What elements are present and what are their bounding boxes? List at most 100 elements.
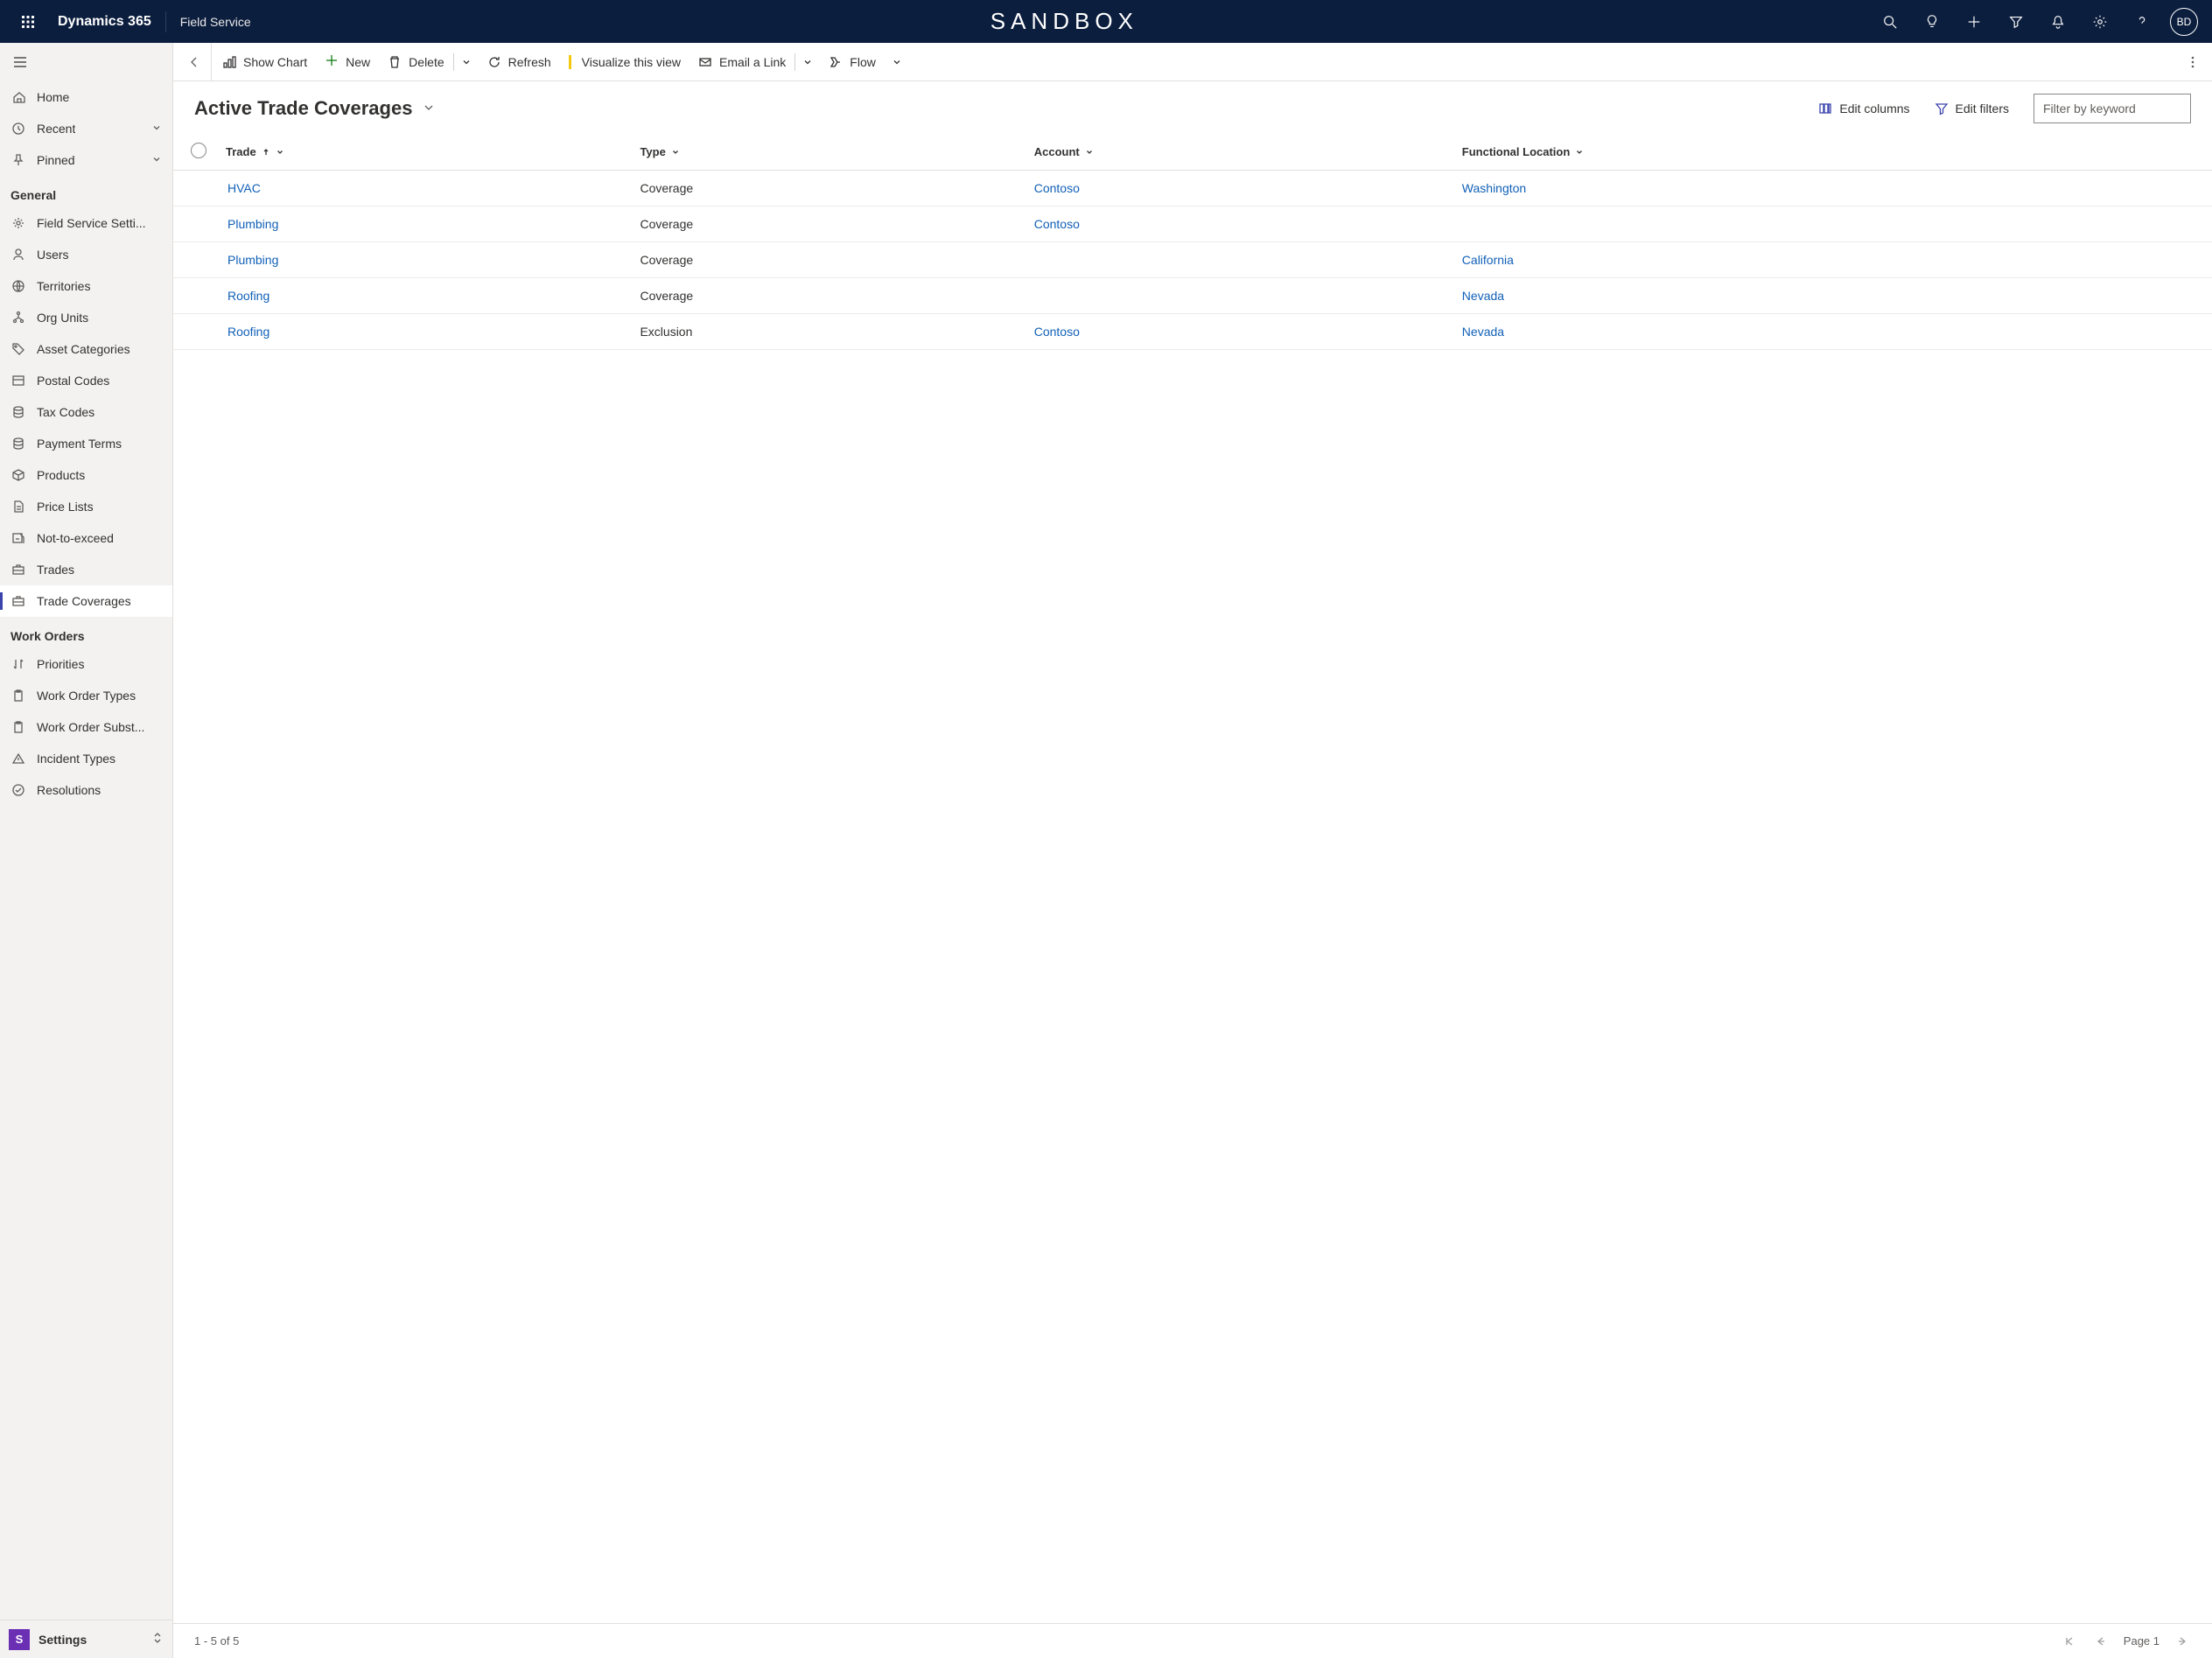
settings-button[interactable] bbox=[2079, 1, 2121, 43]
view-selector-button[interactable] bbox=[419, 98, 438, 120]
nav-item[interactable]: Priorities bbox=[0, 648, 172, 680]
check-icon bbox=[10, 782, 26, 798]
type-cell: Coverage bbox=[629, 242, 1023, 278]
topbar-divider bbox=[165, 11, 166, 32]
funnel-icon bbox=[2008, 14, 2024, 30]
show-chart-label: Show Chart bbox=[243, 55, 307, 69]
trade-cell[interactable]: Roofing bbox=[217, 278, 629, 314]
help-button[interactable] bbox=[2121, 1, 2163, 43]
nav-item-recent[interactable]: Recent bbox=[0, 113, 172, 144]
notifications-button[interactable] bbox=[2037, 1, 2079, 43]
refresh-button[interactable]: Refresh bbox=[479, 43, 560, 80]
prev-page-button[interactable] bbox=[2092, 1633, 2110, 1650]
delete-button[interactable]: Delete bbox=[379, 43, 452, 80]
row-select-cell[interactable] bbox=[173, 206, 217, 242]
nav-item[interactable]: Incident Types bbox=[0, 743, 172, 774]
nav-item[interactable]: Work Order Types bbox=[0, 680, 172, 711]
nav-item[interactable]: Work Order Subst... bbox=[0, 711, 172, 743]
delete-split-button[interactable] bbox=[454, 43, 479, 80]
nav-item[interactable]: Payment Terms bbox=[0, 428, 172, 459]
nav-item[interactable]: Org Units bbox=[0, 302, 172, 333]
brand-label[interactable]: Dynamics 365 bbox=[49, 14, 160, 30]
location-cell[interactable]: California bbox=[1452, 242, 2212, 278]
table-row[interactable]: HVACCoverageContosoWashington bbox=[173, 171, 2212, 206]
email-split-button[interactable] bbox=[795, 43, 820, 80]
location-cell[interactable]: Nevada bbox=[1452, 278, 2212, 314]
nav-collapse-button[interactable] bbox=[0, 43, 172, 81]
row-select-cell[interactable] bbox=[173, 242, 217, 278]
area-picker[interactable]: S Settings bbox=[0, 1620, 172, 1658]
flow-split-button[interactable] bbox=[885, 43, 909, 80]
nav-item[interactable]: Price Lists bbox=[0, 491, 172, 522]
nav-item-home[interactable]: Home bbox=[0, 81, 172, 113]
trade-cell[interactable]: Roofing bbox=[217, 314, 629, 350]
location-cell[interactable]: Nevada bbox=[1452, 314, 2212, 350]
nav-item-label: Priorities bbox=[37, 657, 84, 671]
add-button[interactable] bbox=[1953, 1, 1995, 43]
search-button[interactable] bbox=[1869, 1, 1911, 43]
column-header[interactable]: Type bbox=[629, 134, 1023, 171]
nav-item-label: Trade Coverages bbox=[37, 594, 131, 608]
nav-item[interactable]: Not-to-exceed bbox=[0, 522, 172, 554]
nav-item[interactable]: Postal Codes bbox=[0, 365, 172, 396]
nav-scroll[interactable]: HomeRecentPinnedGeneralField Service Set… bbox=[0, 81, 172, 1620]
account-cell[interactable]: Contoso bbox=[1024, 206, 1452, 242]
account-cell[interactable]: Contoso bbox=[1024, 314, 1452, 350]
user-avatar[interactable]: BD bbox=[2170, 8, 2198, 36]
edit-columns-button[interactable]: Edit columns bbox=[1810, 96, 1918, 121]
more-commands-button[interactable] bbox=[2177, 43, 2208, 80]
column-header[interactable]: Account bbox=[1024, 134, 1452, 171]
columns-icon bbox=[1818, 101, 1832, 115]
column-header[interactable]: Functional Location bbox=[1452, 134, 2212, 171]
nav-item[interactable]: Users bbox=[0, 239, 172, 270]
nav-item[interactable]: Trades bbox=[0, 554, 172, 585]
nav-item[interactable]: Resolutions bbox=[0, 774, 172, 806]
select-all-circle[interactable] bbox=[191, 143, 206, 158]
trade-cell[interactable]: HVAC bbox=[217, 171, 629, 206]
row-select-cell[interactable] bbox=[173, 314, 217, 350]
environment-label: SANDBOX bbox=[990, 8, 1138, 35]
visualize-button[interactable]: Visualize this view bbox=[560, 43, 690, 80]
nav-item[interactable]: Trade Coverages bbox=[0, 585, 172, 617]
trade-cell[interactable]: Plumbing bbox=[217, 242, 629, 278]
new-button[interactable]: New bbox=[316, 43, 379, 80]
nav-item[interactable]: Field Service Setti... bbox=[0, 207, 172, 239]
email-link-button[interactable]: Email a Link bbox=[690, 43, 794, 80]
show-chart-button[interactable]: Show Chart bbox=[214, 43, 316, 80]
nav-item-label: Work Order Subst... bbox=[37, 720, 144, 734]
nav-item[interactable]: Tax Codes bbox=[0, 396, 172, 428]
app-launcher-button[interactable] bbox=[7, 1, 49, 43]
table-row[interactable]: RoofingCoverageNevada bbox=[173, 278, 2212, 314]
next-page-button[interactable] bbox=[2174, 1633, 2191, 1650]
filter-box[interactable] bbox=[2034, 94, 2191, 123]
plus-icon bbox=[325, 53, 339, 70]
trade-cell[interactable]: Plumbing bbox=[217, 206, 629, 242]
table-row[interactable]: PlumbingCoverageContoso bbox=[173, 206, 2212, 242]
location-cell[interactable]: Washington bbox=[1452, 171, 2212, 206]
bell-icon bbox=[2050, 14, 2066, 30]
nav-item[interactable]: Asset Categories bbox=[0, 333, 172, 365]
account-cell[interactable]: Contoso bbox=[1024, 171, 1452, 206]
table-row[interactable]: RoofingExclusionContosoNevada bbox=[173, 314, 2212, 350]
column-header[interactable]: Trade bbox=[217, 134, 629, 171]
nav-item-pinned[interactable]: Pinned bbox=[0, 144, 172, 176]
row-select-cell[interactable] bbox=[173, 278, 217, 314]
nav-item[interactable]: Territories bbox=[0, 270, 172, 302]
chevron-down-icon bbox=[671, 148, 680, 157]
row-select-cell[interactable] bbox=[173, 171, 217, 206]
table-row[interactable]: PlumbingCoverage California bbox=[173, 242, 2212, 278]
select-all-header[interactable] bbox=[173, 134, 217, 171]
clip-icon bbox=[10, 719, 26, 735]
nav-item[interactable]: Products bbox=[0, 459, 172, 491]
filter-input[interactable] bbox=[2043, 101, 2181, 115]
data-grid[interactable]: TradeTypeAccountFunctional Location HVAC… bbox=[173, 134, 2212, 1623]
tag-icon bbox=[10, 341, 26, 357]
flow-button[interactable]: Flow bbox=[820, 43, 885, 80]
adv-filter-button[interactable] bbox=[1995, 1, 2037, 43]
module-label[interactable]: Field Service bbox=[172, 15, 260, 29]
first-page-button[interactable] bbox=[2061, 1633, 2078, 1650]
topbar: Dynamics 365 Field Service SANDBOX BD bbox=[0, 0, 2212, 43]
back-button[interactable] bbox=[177, 43, 212, 81]
edit-filters-button[interactable]: Edit filters bbox=[1926, 96, 2018, 121]
lightbulb-button[interactable] bbox=[1911, 1, 1953, 43]
